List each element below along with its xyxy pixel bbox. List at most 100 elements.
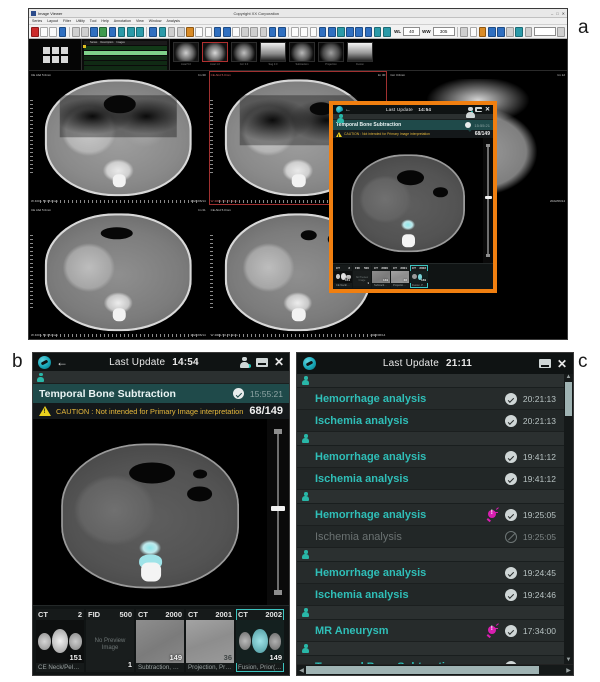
job-row[interactable]: Hemorrhage analysis 19:25:05	[297, 504, 564, 526]
app-window-buttons[interactable]: – □ ✕	[551, 11, 565, 16]
slider-track[interactable]	[484, 143, 492, 258]
viewer-series-row[interactable]: CT 2 151 CE Neck/Pelvis ... FID 500 No P	[33, 605, 289, 675]
job-row[interactable]: Ischemia analysis 19:24:46	[297, 584, 564, 606]
toolbar-measure-icon[interactable]	[176, 26, 185, 37]
patient-group-header[interactable]	[297, 642, 564, 656]
menu-item-view[interactable]: View	[136, 19, 144, 23]
study-list-row[interactable]	[84, 61, 167, 65]
toolbar-settings-icon[interactable]	[524, 26, 533, 37]
series-card[interactable]: FID 500 No Preview Image 1	[353, 265, 371, 288]
job-row[interactable]: Ischemia analysis 19:41:12	[297, 468, 564, 490]
scroll-up-icon[interactable]: ▲	[566, 374, 572, 381]
toolbar-capture-icon[interactable]	[497, 26, 505, 37]
job-row-disabled[interactable]: Ischemia analysis 19:25:05	[297, 526, 564, 548]
series-thumbnail[interactable]: Projection	[318, 42, 344, 68]
toolbar-compare-icon[interactable]	[81, 26, 89, 37]
scroll-right-icon[interactable]: ▶	[565, 667, 572, 674]
toolbar-zoom-out-icon[interactable]	[126, 26, 135, 37]
app-toolbar[interactable]: WL 40 WW 305	[29, 25, 567, 39]
menu-item-help[interactable]: Help	[101, 19, 108, 23]
series-card[interactable]: CT 2000 149 Subtraction, Pri...	[372, 265, 390, 288]
app-close-button[interactable]: ✕	[562, 11, 565, 16]
toolbar-angle-icon[interactable]	[195, 26, 203, 37]
app-minimize-button[interactable]: –	[551, 11, 553, 16]
slider-track[interactable]	[271, 429, 285, 595]
app-menubar[interactable]: Series Layout Filter Utility Tool Help A…	[29, 18, 567, 25]
viewer-titlebar[interactable]: ← Last Update 14:54 ✕	[33, 353, 289, 371]
toolbar-arrow-icon[interactable]	[213, 26, 222, 37]
toolbar-pan-icon[interactable]	[167, 26, 176, 37]
series-card[interactable]: CT 2001 36 Projection, Prio...	[186, 609, 234, 672]
viewport-1[interactable]: CE Abd 5.0mm Im 30 W 400 L 50 / 5.0mm 20…	[29, 71, 208, 205]
menu-item-tool[interactable]: Tool	[90, 19, 97, 23]
user-icon[interactable]	[466, 106, 475, 118]
patient-group-header[interactable]	[297, 432, 564, 446]
close-icon[interactable]: ✕	[485, 107, 490, 113]
toolbar-preset2-icon[interactable]	[355, 26, 364, 37]
layout-grid-icon[interactable]	[42, 46, 68, 63]
toolbar-window-preset-icon[interactable]	[158, 26, 167, 37]
slider-thumb[interactable]	[271, 505, 285, 511]
toolbar-flip-icon[interactable]	[222, 26, 231, 37]
patient-group-header[interactable]	[297, 374, 564, 388]
viewer-job-bar[interactable]: Temporal Bone Subtraction 15:55:21	[33, 384, 289, 403]
toolbar-cine-icon[interactable]	[108, 26, 117, 37]
scroll-thumb-horizontal[interactable]	[306, 666, 539, 674]
viewer-canvas[interactable]	[33, 419, 267, 605]
series-thumbnail[interactable]: Axial 5.0	[173, 42, 199, 68]
toolbar-layout-icon[interactable]	[71, 26, 80, 37]
series-card-selected[interactable]: CT 2002 149 Fusion, Prior(2...	[410, 265, 428, 288]
toolbar-mpr-icon[interactable]	[250, 26, 259, 37]
series-card[interactable]: FID 500 No Preview Image 1	[86, 609, 134, 672]
series-card[interactable]: CT 2001 36 Projection, Prio...	[391, 265, 409, 288]
toolbar-undo-icon[interactable]	[40, 26, 48, 37]
study-list-row-selected[interactable]	[84, 51, 167, 55]
slider-thumb[interactable]	[484, 196, 492, 200]
viewer-titlebar-buttons[interactable]: ✕	[240, 356, 284, 368]
slice-slider[interactable]	[267, 419, 289, 605]
toolbar-preset1-icon[interactable]	[346, 26, 354, 37]
toolbar-export-icon[interactable]	[277, 26, 286, 37]
series-card[interactable]: CT 2 151 CE Neck/Pelvis ...	[334, 265, 352, 288]
job-row[interactable]: MR Aneurysm 17:34:00	[297, 620, 564, 642]
job-row[interactable]: Temporal Bone Subtraction 17:25:19	[297, 656, 564, 664]
viewer-series-row[interactable]: CT 2 151 CE Neck/Pelvis ... FID 500	[333, 263, 493, 289]
toolbar-filter-icon[interactable]	[337, 26, 345, 37]
job-row[interactable]: Hemorrhage analysis 20:21:13	[297, 388, 564, 410]
minimize-icon[interactable]	[474, 107, 485, 112]
viewport-4[interactable]: CE Abd 5.0mm Im 31 W 400 L 50 / 5.0mm 20…	[29, 205, 208, 339]
toolbar-play-icon[interactable]	[99, 26, 108, 37]
toolbar-stop-icon[interactable]	[31, 26, 39, 37]
slice-slider[interactable]	[483, 138, 493, 263]
minimize-icon[interactable]	[538, 359, 551, 368]
toolbar-send-icon[interactable]	[515, 26, 524, 37]
toolbar-preset3-icon[interactable]	[364, 26, 373, 37]
joblist-horizontal-scrollbar[interactable]: ◀ ▶	[297, 664, 573, 675]
job-row[interactable]: Hemorrhage analysis 19:41:12	[297, 446, 564, 468]
scroll-down-icon[interactable]: ▼	[566, 657, 572, 664]
series-card[interactable]: CT 2000 149 Subtraction, Pri...	[136, 609, 184, 672]
series-thumbnail[interactable]: Fusion	[347, 42, 373, 68]
toolbar-refresh-icon[interactable]	[58, 26, 67, 37]
toolbar-preset4-icon[interactable]	[373, 26, 382, 37]
app-maximize-button[interactable]: □	[556, 11, 558, 16]
toolbar-colormap-icon[interactable]	[478, 26, 487, 37]
series-card-selected[interactable]: CT 2002 149 Fusion, Prior(2...	[236, 609, 284, 672]
toolbar-redo-icon[interactable]	[49, 26, 58, 37]
layout-cell[interactable]	[42, 46, 50, 54]
viewer-titlebar-buttons[interactable]: ✕	[466, 106, 490, 118]
minimize-icon[interactable]	[255, 357, 268, 367]
job-row[interactable]: Ischemia analysis 20:21:13	[297, 410, 564, 432]
scroll-left-icon[interactable]: ◀	[298, 667, 305, 674]
joblist-titlebar[interactable]: Last Update 21:11 ✕	[297, 353, 573, 374]
scroll-thumb-vertical[interactable]	[565, 382, 572, 416]
layout-cell[interactable]	[42, 55, 50, 63]
alert-icon[interactable]	[486, 507, 500, 522]
ww-value-field[interactable]: 305	[432, 27, 455, 36]
toolbar-more-icon[interactable]	[557, 26, 565, 37]
series-thumbnail[interactable]: Sag 3.0	[260, 42, 286, 68]
window-level-controls[interactable]: WL 40 WW 305	[394, 27, 455, 36]
floating-viewer-dialog[interactable]: ← Last Update 14:54 ✕ Temporal Bone Subt…	[329, 101, 497, 293]
study-list-row[interactable]	[84, 56, 167, 60]
series-strip[interactable]: Series Description Images Axial 5.0 Axia…	[29, 39, 567, 71]
